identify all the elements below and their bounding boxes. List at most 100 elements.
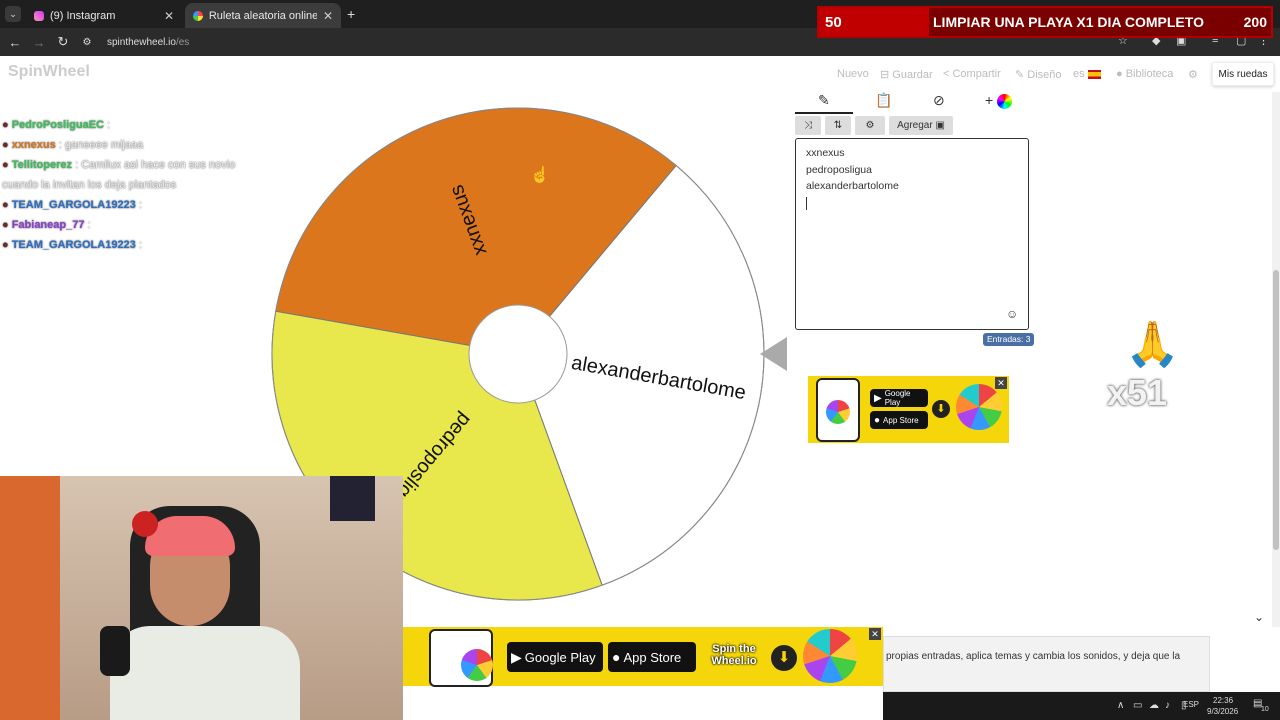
chat-username[interactable]: TEAM_GARGOLA19223 bbox=[12, 199, 136, 211]
chat-separator: : bbox=[135, 239, 142, 251]
windows-taskbar: ∧ ▭ ☁ ♪ ▯ ESP 22:36 9/3/2026 ▤ 10 bbox=[883, 692, 1280, 720]
entry-line: pedroposligua bbox=[806, 163, 872, 176]
chat-username[interactable]: TEAM_GARGOLA19223 bbox=[12, 239, 136, 251]
app-store-button[interactable]: ● App Store bbox=[608, 642, 696, 672]
nav-library[interactable]: ● Biblioteca bbox=[1116, 68, 1173, 80]
close-tab-icon[interactable]: ✕ bbox=[164, 9, 174, 23]
tab-hide-eye-icon[interactable]: ⊘ bbox=[933, 92, 945, 109]
sort-button[interactable]: ⇅ bbox=[825, 116, 851, 135]
notification-count: 10 bbox=[1261, 706, 1269, 713]
wheel-logo-graphic bbox=[803, 629, 857, 683]
user-avatar-icon: ● bbox=[2, 139, 12, 151]
my-wheels-button[interactable]: Mis ruedas bbox=[1212, 62, 1274, 86]
spain-flag-icon bbox=[1087, 69, 1101, 79]
tab-results-clipboard-icon[interactable]: 📋 bbox=[875, 92, 892, 109]
chat-username[interactable]: PedroPosliguaEC bbox=[12, 119, 104, 131]
streamer-shirt bbox=[110, 626, 300, 720]
chat-username[interactable]: Tellitoperez bbox=[12, 159, 72, 171]
wheel-favicon-icon bbox=[193, 10, 203, 21]
tab-search-button[interactable]: ⌄ bbox=[5, 6, 21, 22]
app-store-label: App Store bbox=[623, 649, 682, 665]
chat-separator: : bbox=[72, 159, 82, 171]
tab-title: Ruleta aleatoria online – ruleta bbox=[208, 9, 317, 22]
hand-cursor-icon: ☝ bbox=[530, 167, 550, 184]
chat-username[interactable]: Fabianeap_77 bbox=[12, 219, 85, 231]
save-icon: ⊟ bbox=[880, 69, 893, 81]
tab-instagram[interactable]: (9) Instagram ✕ bbox=[26, 3, 182, 28]
stream-goal-banner: 50 LIMPIAR UNA PLAYA X1 DIA COMPLETO 200 bbox=[817, 6, 1273, 38]
google-play-button[interactable]: ▶ Google Play bbox=[870, 389, 928, 407]
ad-close-icon[interactable]: ✕ bbox=[869, 628, 881, 640]
wheel-logo-graphic bbox=[956, 384, 1002, 430]
app-store-label: App Store bbox=[883, 415, 919, 425]
nav-design[interactable]: ✎ Diseño bbox=[1015, 68, 1062, 81]
nav-save-label: Guardar bbox=[892, 69, 933, 81]
close-tab-icon[interactable]: ✕ bbox=[323, 9, 333, 23]
clock-date[interactable]: 9/3/2026 bbox=[1207, 707, 1238, 716]
emoji-icon[interactable]: ☺ bbox=[1006, 307, 1018, 321]
app-store-button[interactable]: ● App Store bbox=[870, 411, 928, 429]
background-wall bbox=[0, 476, 60, 720]
scroll-down-chevron-icon[interactable]: ⌄ bbox=[1254, 610, 1264, 624]
description-text: propias entradas, aplica temas y cambia … bbox=[883, 636, 1210, 692]
nav-save[interactable]: ⊟ Guardar bbox=[880, 68, 933, 81]
google-play-button[interactable]: ▶ Google Play bbox=[507, 642, 603, 672]
clock-time[interactable]: 22:36 bbox=[1213, 696, 1233, 705]
nav-language[interactable]: es bbox=[1073, 68, 1101, 80]
entry-line: alexanderbartolome bbox=[806, 180, 899, 192]
nav-new[interactable]: Nuevo bbox=[837, 68, 869, 80]
color-wheel-icon bbox=[997, 93, 1013, 109]
volume-icon[interactable]: ♪ bbox=[1165, 700, 1170, 711]
settings-icon[interactable]: ⚙ bbox=[1188, 68, 1198, 81]
globe-icon: ● bbox=[1116, 68, 1126, 80]
nav-design-label: Diseño bbox=[1027, 69, 1062, 81]
sort-icon: ⇅ bbox=[833, 120, 843, 131]
shuffle-button[interactable]: ⤨ bbox=[795, 116, 821, 135]
app-ad-banner[interactable]: ▶ Google Play ● App Store Spin the Wheel.i… bbox=[403, 627, 883, 687]
reload-icon[interactable]: ↻ bbox=[51, 34, 75, 50]
input-language[interactable]: ESP bbox=[1183, 700, 1199, 709]
chat-message: ● Tellitoperez : Camilux asi hace con su… bbox=[2, 155, 252, 195]
shuffle-icon: ⤨ bbox=[804, 120, 812, 131]
user-avatar-icon: ● bbox=[2, 119, 12, 131]
chat-separator: : bbox=[135, 199, 142, 211]
chat-username[interactable]: xxnexus bbox=[12, 139, 56, 151]
new-tab-icon[interactable]: + bbox=[347, 6, 355, 22]
phone-image bbox=[429, 629, 493, 687]
pencil-icon: ✎ bbox=[1015, 69, 1028, 81]
chat-separator: : bbox=[84, 219, 91, 231]
add-image-button[interactable]: Agregar ▣ bbox=[889, 116, 953, 135]
advanced-settings-button[interactable]: ⚙ bbox=[855, 116, 885, 135]
apple-icon: ● bbox=[874, 414, 881, 426]
tab-ruleta[interactable]: Ruleta aleatoria online – ruleta ✕ bbox=[185, 3, 341, 28]
stream-chat-overlay: ● PedroPosliguaEC : ● xxnexus : ganeeee … bbox=[2, 115, 252, 255]
tab-edit-pencil-icon[interactable]: ✎ bbox=[818, 92, 830, 109]
forward-icon[interactable]: → bbox=[27, 35, 51, 50]
add-button-label: Agregar bbox=[897, 120, 933, 131]
scrollbar-thumb[interactable] bbox=[1273, 270, 1279, 550]
chat-separator: : bbox=[104, 119, 111, 131]
site-info-icon[interactable]: ⚙ bbox=[75, 37, 99, 48]
url-field[interactable]: spinthewheel.io/es bbox=[107, 37, 189, 48]
entries-textarea[interactable]: xxnexus pedroposligua alexanderbartolome bbox=[795, 138, 1029, 330]
tab-add-color-icon[interactable]: + bbox=[985, 92, 1013, 109]
user-avatar-icon: ● bbox=[2, 239, 12, 251]
wheel-center[interactable] bbox=[468, 304, 568, 404]
chat-message: ● xxnexus : ganeeee mijaaa bbox=[2, 135, 252, 155]
back-icon[interactable]: ← bbox=[3, 35, 27, 50]
active-tab-underline bbox=[795, 112, 853, 114]
wheel-graphic bbox=[461, 649, 493, 681]
cloud-icon[interactable]: ☁ bbox=[1149, 700, 1159, 711]
ad-close-icon[interactable]: ✕ bbox=[995, 377, 1007, 389]
multiplier-label: x51 bbox=[1107, 372, 1168, 413]
network-icon[interactable]: ▭ bbox=[1133, 700, 1142, 711]
entry-line: xxnexus bbox=[806, 147, 845, 159]
chat-text: ganeeee mijaaa bbox=[64, 139, 144, 151]
nav-share-label: Compartir bbox=[952, 68, 1001, 80]
wheel-graphic bbox=[826, 400, 850, 424]
tray-chevron-icon[interactable]: ∧ bbox=[1117, 700, 1124, 711]
goal-current: 50 bbox=[819, 8, 929, 36]
nav-share[interactable]: < Compartir bbox=[943, 68, 1001, 80]
app-ad-small[interactable]: ▶ Google Play ● App Store ⬇ ✕ bbox=[808, 376, 1009, 443]
site-logo[interactable]: SpinWheel bbox=[8, 63, 90, 81]
